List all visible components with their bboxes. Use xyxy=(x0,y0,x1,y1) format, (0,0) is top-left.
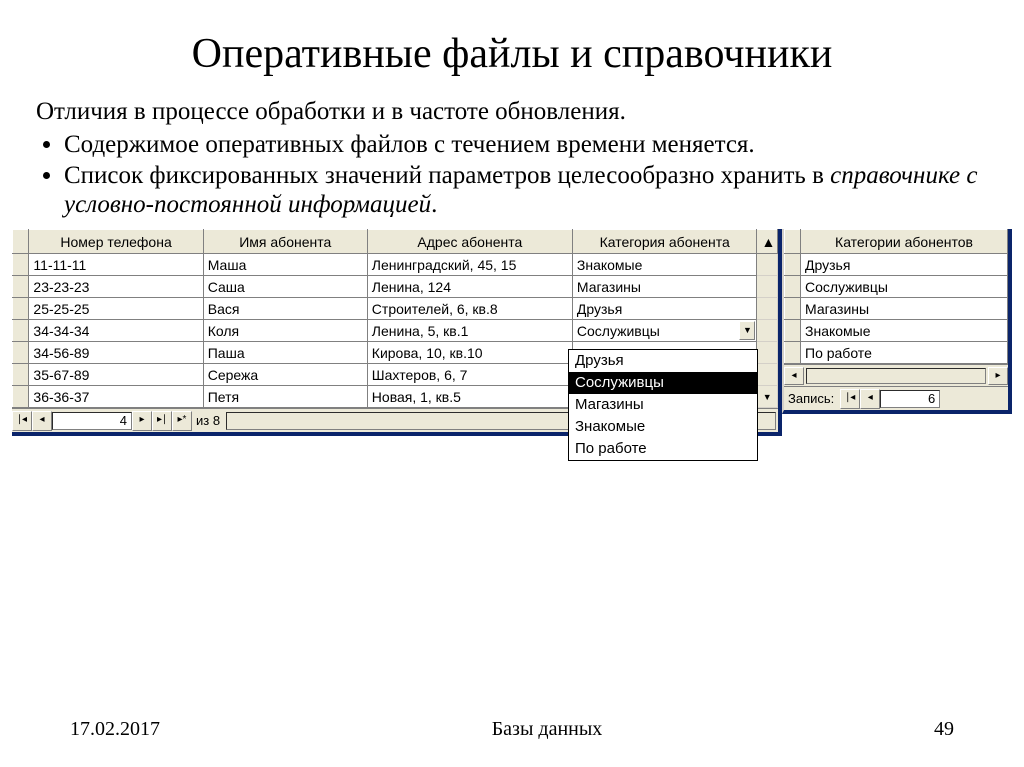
categories-table[interactable]: Категории абонентов Друзья Сослуживцы Ма… xyxy=(784,229,1008,364)
nav-next-button[interactable]: ▸ xyxy=(132,411,152,431)
combo-dropdown-button[interactable]: ▼ xyxy=(739,321,755,340)
table-row[interactable]: 34-34-34КоляЛенина, 5, кв.1Сослуживцы▼ xyxy=(13,320,778,342)
col-address[interactable]: Адрес абонента xyxy=(367,230,572,254)
table-row[interactable]: 23-23-23СашаЛенина, 124Магазины xyxy=(13,276,778,298)
nav-last-button[interactable]: ▸∣ xyxy=(152,411,172,431)
nav-first-button[interactable]: ∣◂ xyxy=(840,389,860,409)
record-navigator-right: Запись: ∣◂ ◂ 6 xyxy=(784,386,1008,410)
dropdown-option[interactable]: Магазины xyxy=(569,394,757,416)
slide-title: Оперативные файлы и справочники xyxy=(30,30,994,78)
table-row[interactable]: Магазины xyxy=(785,298,1008,320)
select-all-corner[interactable] xyxy=(785,230,801,254)
nav-record-field[interactable]: 4 xyxy=(52,412,132,430)
intro-text: Отличия в процессе обработки и в частоте… xyxy=(36,98,994,127)
slide-footer: 17.02.2017 Базы данных 49 xyxy=(0,718,1024,741)
hscroll-left-button[interactable]: ◂ xyxy=(784,367,804,385)
select-all-corner[interactable] xyxy=(13,230,29,254)
bullet-1: Содержимое оперативных файлов с течением… xyxy=(64,131,994,160)
dropdown-option[interactable]: По работе xyxy=(569,438,757,460)
table-row[interactable]: Друзья xyxy=(785,254,1008,276)
table-row[interactable]: Сослуживцы xyxy=(785,276,1008,298)
nav-prev-button[interactable]: ◂ xyxy=(860,389,880,409)
col-phone[interactable]: Номер телефона xyxy=(29,230,203,254)
col-category[interactable]: Категория абонента xyxy=(572,230,757,254)
dropdown-option[interactable]: Друзья xyxy=(569,350,757,372)
nav-new-button[interactable]: ▸* xyxy=(172,411,192,431)
table-row[interactable]: По работе xyxy=(785,342,1008,364)
col-name[interactable]: Имя абонента xyxy=(203,230,367,254)
categories-datasheet: Категории абонентов Друзья Сослуживцы Ма… xyxy=(782,229,1012,414)
table-row[interactable]: 11-11-11МашаЛенинградский, 45, 15Знакомы… xyxy=(13,254,778,276)
nav-of-label: из 8 xyxy=(192,413,224,428)
col-categories[interactable]: Категории абонентов xyxy=(801,230,1008,254)
hscroll-right-button[interactable]: ▸ xyxy=(988,367,1008,385)
hscroll-right-table[interactable] xyxy=(806,368,986,384)
footer-date: 17.02.2017 xyxy=(70,718,160,741)
footer-page: 49 xyxy=(934,718,954,741)
nav-record-label: Запись: xyxy=(784,391,840,406)
bullet-list: Содержимое оперативных файлов с течением… xyxy=(36,131,994,219)
table-row[interactable]: 25-25-25ВасяСтроителей, 6, кв.8Друзья xyxy=(13,298,778,320)
footer-title: Базы данных xyxy=(492,718,603,741)
scroll-up-button[interactable]: ▲ xyxy=(757,230,778,254)
nav-first-button[interactable]: ∣◂ xyxy=(12,411,32,431)
bullet-2: Список фиксированных значений параметров… xyxy=(64,162,994,220)
dropdown-option-selected[interactable]: Сослуживцы xyxy=(569,372,757,394)
scroll-down-button[interactable]: ▼ xyxy=(757,386,778,408)
nav-prev-button[interactable]: ◂ xyxy=(32,411,52,431)
dropdown-option[interactable]: Знакомые xyxy=(569,416,757,438)
nav-record-field[interactable]: 6 xyxy=(880,390,940,408)
table-row[interactable]: Знакомые xyxy=(785,320,1008,342)
category-dropdown[interactable]: Друзья Сослуживцы Магазины Знакомые По р… xyxy=(568,349,758,461)
